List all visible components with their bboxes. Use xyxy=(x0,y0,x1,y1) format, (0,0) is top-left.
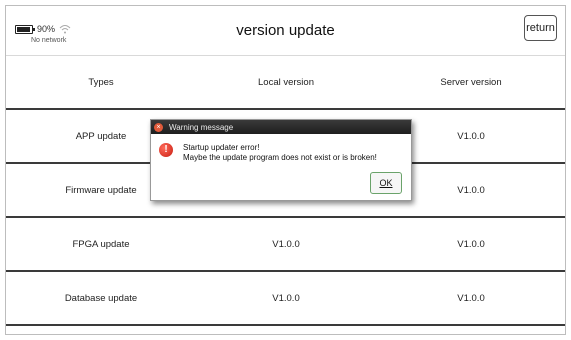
server-version: V1.0.0 xyxy=(457,238,485,250)
page-title: version update xyxy=(236,22,335,39)
column-header-local-version: Local version xyxy=(258,76,314,88)
message-line-2: Maybe the update program does not exist … xyxy=(183,153,377,162)
column-header-server-version: Server version xyxy=(440,76,502,88)
dialog-titlebar: × Warning message xyxy=(151,120,411,134)
column-header-types: Types xyxy=(88,76,114,88)
update-type: FPGA update xyxy=(72,238,130,250)
local-version: V1.0.0 xyxy=(272,238,300,250)
dialog-message: Startup updater error! Maybe the update … xyxy=(183,143,377,163)
update-type: APP update xyxy=(75,130,127,142)
error-icon: ! xyxy=(159,143,173,157)
table-row-fpga-update[interactable]: FPGA update V1.0.0 V1.0.0 xyxy=(6,218,565,272)
table-header-row: Types Local version Server version xyxy=(6,56,565,110)
dialog-body: ! Startup updater error! Maybe the updat… xyxy=(151,134,411,200)
dialog-title: Warning message xyxy=(169,122,234,132)
header-bar: 90% No network version update return xyxy=(6,6,565,56)
server-version: V1.0.0 xyxy=(457,292,485,304)
server-version: V1.0.0 xyxy=(457,130,485,142)
warning-dialog: × Warning message ! Startup updater erro… xyxy=(150,119,412,201)
update-type: Database update xyxy=(64,292,138,304)
message-line-1: Startup updater error! xyxy=(183,143,260,152)
ok-button[interactable]: OK xyxy=(370,172,402,194)
close-icon[interactable]: × xyxy=(154,122,163,132)
return-button[interactable]: return xyxy=(524,15,557,41)
table-row-database-update[interactable]: Database update V1.0.0 V1.0.0 xyxy=(6,272,565,326)
update-type: Firmware update xyxy=(65,184,137,196)
local-version: V1.0.0 xyxy=(272,292,300,304)
server-version: V1.0.0 xyxy=(457,184,485,196)
